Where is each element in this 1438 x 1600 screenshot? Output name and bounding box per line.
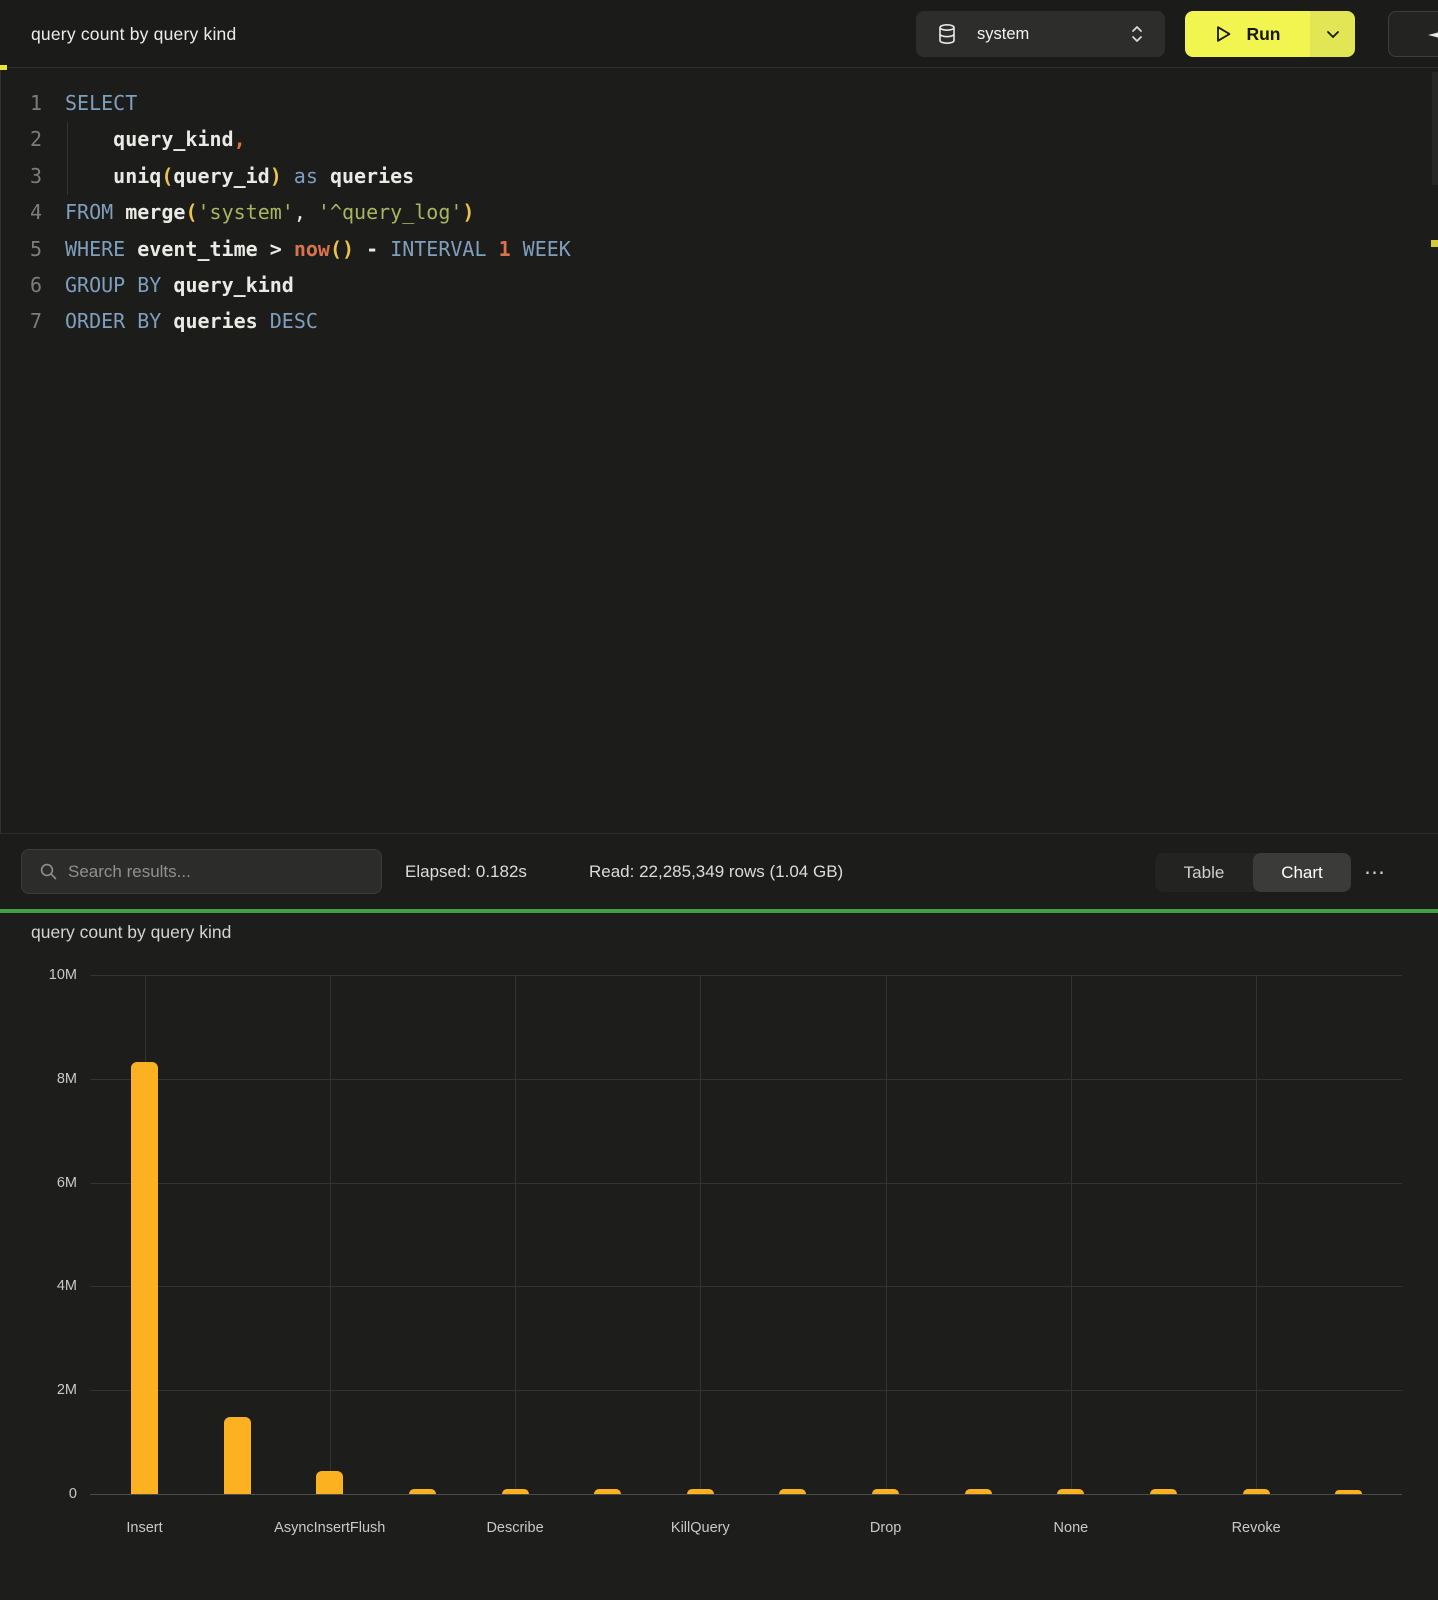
code-line[interactable]: 2 query_kind, <box>1 121 1401 157</box>
database-selector-value: system <box>977 25 1129 44</box>
sparkle-icon <box>1427 22 1438 48</box>
v-gridline <box>886 975 887 1494</box>
editor-modified-tick <box>0 65 7 70</box>
chevron-down-icon <box>1326 30 1340 39</box>
elapsed-label: Elapsed: 0.182s <box>405 834 527 910</box>
line-number: 2 <box>1 121 42 157</box>
ruler-cursor-mark <box>1431 240 1438 247</box>
run-button[interactable]: Run <box>1185 11 1310 57</box>
h-gridline <box>90 975 1402 976</box>
y-axis-label: 10M <box>0 967 77 983</box>
code-text: FROM merge('system', '^query_log') <box>65 194 474 230</box>
code-line[interactable]: 1 SELECT <box>1 85 1401 121</box>
view-toggle: Table Chart <box>1155 853 1351 892</box>
database-selector[interactable]: system <box>916 11 1165 57</box>
line-number: 7 <box>1 303 42 339</box>
x-axis-label: Insert <box>60 1520 230 1536</box>
sql-console: query count by query kind system <box>0 0 1438 1600</box>
ai-assist-button[interactable] <box>1388 11 1438 57</box>
h-gridline <box>90 1183 1402 1184</box>
search-icon <box>40 863 57 880</box>
line-number: 5 <box>1 231 42 267</box>
bar-chart-plot[interactable]: 10M8M6M4M2M0InsertAsyncInsertFlushDescri… <box>90 975 1402 1494</box>
results-toolbar: Elapsed: 0.182s Read: 22,285,349 rows (1… <box>0 833 1438 909</box>
x-axis-label: Revoke <box>1171 1520 1341 1536</box>
code-text: WHERE event_time > now() - INTERVAL 1 WE… <box>65 231 571 267</box>
line-number: 1 <box>1 85 42 121</box>
code-line[interactable]: 6 GROUP BY query_kind <box>1 267 1401 303</box>
bar-insert[interactable] <box>131 1062 158 1494</box>
line-number: 3 <box>1 158 42 194</box>
scrollbar-thumb[interactable] <box>1432 72 1438 185</box>
v-gridline <box>1256 975 1257 1494</box>
y-axis-label: 4M <box>0 1278 77 1294</box>
h-gridline <box>90 1390 1402 1391</box>
y-axis-label: 2M <box>0 1382 77 1398</box>
sql-editor[interactable]: 1SELECT2 query_kind,3 uniq(query_id) as … <box>0 69 1438 833</box>
top-bar: query count by query kind system <box>0 0 1438 68</box>
more-options-button[interactable]: ⋯ <box>1358 853 1392 892</box>
line-number: 4 <box>1 194 42 230</box>
code-line[interactable]: 5 WHERE event_time > now() - INTERVAL 1 W… <box>1 231 1401 267</box>
x-axis-label: AsyncInsertFlush <box>245 1520 415 1536</box>
code-line[interactable]: 3 uniq(query_id) as queries <box>1 158 1401 194</box>
h-gridline <box>90 1286 1402 1287</box>
chart-panel: query count by query kind 10M8M6M4M2M0In… <box>0 913 1438 1600</box>
read-rows-label: Read: 22,285,349 rows (1.04 GB) <box>589 834 843 910</box>
code-text: SELECT <box>65 85 137 121</box>
v-gridline <box>330 975 331 1494</box>
code-text: ORDER BY queries DESC <box>65 303 318 339</box>
search-results-box[interactable] <box>21 849 382 894</box>
code-line[interactable]: 4 FROM merge('system', '^query_log') <box>1 194 1401 230</box>
x-axis-label: Drop <box>801 1520 971 1536</box>
v-gridline <box>700 975 701 1494</box>
page-title: query count by query kind <box>31 0 236 68</box>
h-gridline <box>90 1079 1402 1080</box>
x-axis-label: Describe <box>430 1520 600 1536</box>
editor-overview-ruler[interactable] <box>1432 69 1438 833</box>
y-axis-label: 0 <box>0 1486 77 1502</box>
search-input[interactable] <box>68 862 381 882</box>
table-tab[interactable]: Table <box>1155 853 1253 892</box>
x-axis-label: None <box>986 1520 1156 1536</box>
v-gridline <box>515 975 516 1494</box>
indent-guide <box>67 122 68 195</box>
bar-unlabeled-1[interactable] <box>224 1417 251 1494</box>
code-text: query_kind, <box>65 121 246 157</box>
chevron-up-down-icon <box>1129 23 1145 45</box>
bar-asyncinsertflush[interactable] <box>316 1471 343 1494</box>
y-axis-label: 6M <box>0 1175 77 1191</box>
play-icon <box>1214 24 1233 44</box>
code-line[interactable]: 7 ORDER BY queries DESC <box>1 303 1401 339</box>
run-options-button[interactable] <box>1310 11 1355 57</box>
line-number: 6 <box>1 267 42 303</box>
v-gridline <box>1071 975 1072 1494</box>
y-axis-label: 8M <box>0 1071 77 1087</box>
code-text: uniq(query_id) as queries <box>65 158 414 194</box>
x-axis-line <box>90 1494 1402 1495</box>
chart-tab[interactable]: Chart <box>1253 853 1351 892</box>
code-text: GROUP BY query_kind <box>65 267 294 303</box>
x-axis-label: KillQuery <box>615 1520 785 1536</box>
run-button-group: Run <box>1185 11 1355 57</box>
database-icon <box>938 24 956 44</box>
chart-title: query count by query kind <box>31 922 231 943</box>
